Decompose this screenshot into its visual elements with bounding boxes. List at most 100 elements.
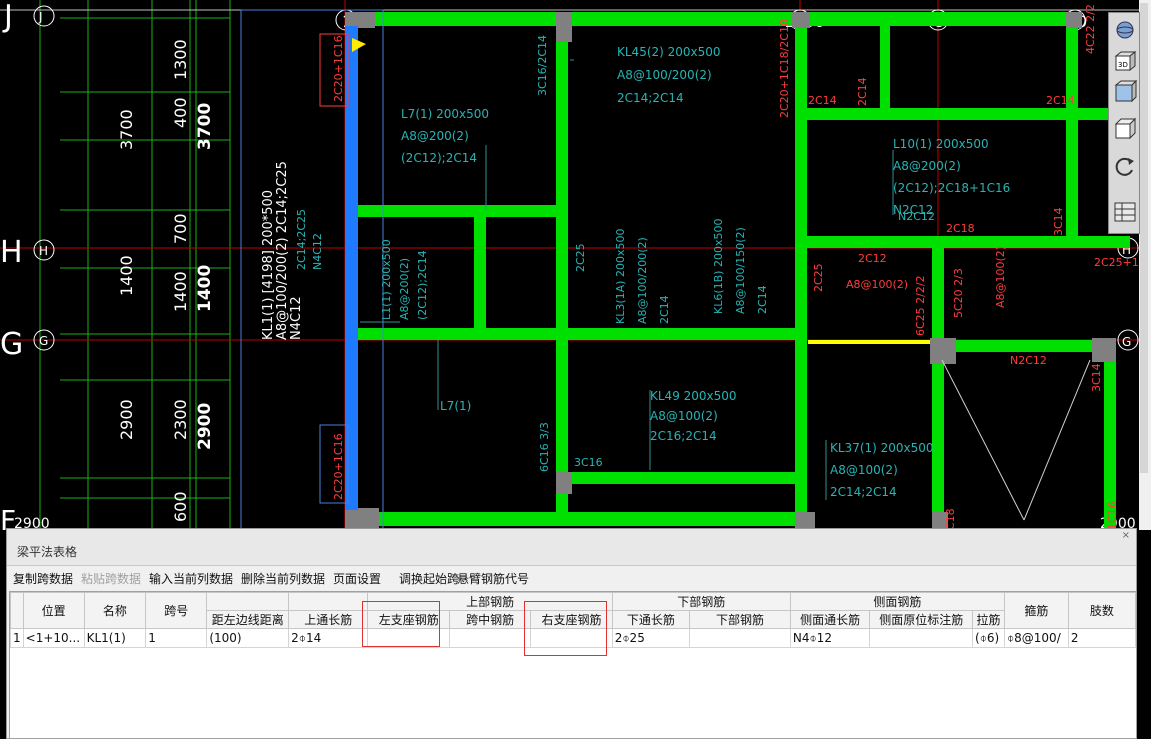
beam-note: L7(1) <box>440 399 471 413</box>
cell-distance[interactable]: (100) <box>206 628 290 648</box>
vertical-note: 2C14 <box>756 285 769 314</box>
header-side-through[interactable]: 侧面通长筋 <box>789 610 871 629</box>
cell-span[interactable]: 1 <box>145 628 208 648</box>
header-position[interactable]: 位置 <box>22 592 85 629</box>
panel-menu-bar: 复制跨数据 粘贴跨数据 输入当前列数据 删除当前列数据 页面设置 调换起始跨 悬臂钢筋代号 <box>7 566 1136 588</box>
header-stirrup[interactable]: 箍筋 <box>1003 592 1069 629</box>
header-empty <box>288 592 369 611</box>
beam-note: 2C14;2C14 <box>617 91 684 105</box>
plan-view-icon[interactable] <box>1112 79 1138 105</box>
menu-item[interactable]: 悬臂钢筋代号 <box>457 570 529 587</box>
red-note: 2C14 <box>1046 94 1075 107</box>
beam <box>800 236 1130 248</box>
table-row[interactable]: 1 <1+10... KL1(1) 1 (100) 2⌽14 2⌽25 N4⌽1… <box>10 628 1136 648</box>
vertical-note: 2C25 <box>574 243 587 272</box>
header-bottom-rebar[interactable]: 下部钢筋 <box>689 610 791 629</box>
red-note: 2C18 <box>946 222 975 235</box>
beam-table[interactable]: 位置 名称 跨号 上部钢筋 下部钢筋 侧面钢筋 箍筋 肢数 距左边线距离 上通长… <box>9 591 1137 739</box>
axis-bubble-label: H <box>39 244 48 258</box>
close-icon[interactable]: × <box>1122 530 1130 541</box>
cube-icon[interactable] <box>1112 116 1138 142</box>
beam-note: A8@200(2) <box>401 129 469 143</box>
header-distance[interactable]: 距左边线距离 <box>206 610 290 629</box>
menu-item[interactable]: 调换起始跨 <box>399 570 459 587</box>
beam-note: 2C16;2C14 <box>650 429 717 443</box>
red-note: 2C14 <box>856 77 869 106</box>
header-top-through[interactable]: 上通长筋 <box>288 610 369 629</box>
axis-bubble-label: G <box>39 334 48 348</box>
cell-stirrup[interactable]: ⌽8@100/ <box>1003 628 1069 648</box>
sphere-icon[interactable] <box>1112 17 1138 43</box>
dimension-text: 1300 <box>171 39 190 80</box>
cell-mid-span[interactable] <box>448 628 532 648</box>
header-right-support[interactable]: 右支座钢筋 <box>530 610 613 629</box>
cad-drawing-canvas[interactable]: JHGJHGFHG1110081037001400290013004007001… <box>0 0 1151 530</box>
beam <box>358 205 568 217</box>
dimension-text: 400 <box>171 97 190 128</box>
menu-item[interactable]: 页面设置 <box>333 570 381 587</box>
cell-right-support[interactable] <box>530 628 613 648</box>
header-left-support[interactable]: 左支座钢筋 <box>367 610 450 629</box>
red-note: A8@100(2) <box>994 246 1007 308</box>
header-tie[interactable]: 拉筋 <box>972 610 1005 629</box>
beam <box>358 512 798 526</box>
beam-note: 2C14;2C25 <box>295 209 308 270</box>
red-note: 3C14 <box>1090 363 1103 392</box>
rotate-icon[interactable] <box>1112 153 1138 179</box>
axis-label-large: H <box>0 235 23 270</box>
header-limbs[interactable]: 肢数 <box>1067 592 1136 629</box>
cell-tie[interactable]: (⌽6) <box>972 628 1005 648</box>
header-bottom-through[interactable]: 下通长筋 <box>611 610 691 629</box>
3d-view-icon[interactable]: 3D <box>1112 49 1138 75</box>
scrollbar-thumb[interactable] <box>1140 3 1148 473</box>
yellow-beam <box>808 340 932 344</box>
beam-note: A8@100(2) <box>650 409 718 423</box>
layers-grid-icon[interactable] <box>1112 199 1138 225</box>
cell-position[interactable]: <1+10... <box>22 628 85 648</box>
beam-note: L10(1) 200x500 <box>893 137 989 151</box>
dimension-text-bold: 3700 <box>195 103 215 150</box>
dimension-text-bold: 2900 <box>195 403 215 450</box>
menu-item[interactable]: 删除当前列数据 <box>241 570 325 587</box>
selected-beam-annotation: N4C12 <box>289 296 304 340</box>
header-group-upper: 上部钢筋 <box>367 592 613 611</box>
beam <box>795 12 807 530</box>
header-side-original[interactable]: 侧面原位标注筋 <box>869 610 974 629</box>
cell-top-through[interactable]: 2⌽14 <box>288 628 369 648</box>
panel-title-bar[interactable]: 梁平法表格 × <box>7 529 1136 566</box>
cell-bottom-rebar[interactable] <box>689 628 791 648</box>
beam-note: KL37(1) 200x500 <box>830 441 934 455</box>
vertical-note: KL6(1B) 200x500 <box>712 219 725 314</box>
menu-item[interactable]: 复制跨数据 <box>13 570 73 587</box>
beam <box>474 205 486 335</box>
header-name[interactable]: 名称 <box>83 592 147 629</box>
beam <box>944 340 1104 352</box>
axis-bubble-label: G <box>1122 335 1131 349</box>
beam-note: N4C12 <box>311 233 324 270</box>
cell-side-through[interactable]: N4⌽12 <box>789 628 871 648</box>
red-note: 2C12 <box>858 252 887 265</box>
header-group-side: 侧面钢筋 <box>789 592 1005 611</box>
cell-side-original[interactable] <box>869 628 974 648</box>
red-note: 2C20+1C16 <box>332 35 345 102</box>
cell-limbs[interactable]: 2 <box>1067 628 1136 648</box>
beam-top <box>345 12 1075 26</box>
cell-left-support[interactable] <box>367 628 450 648</box>
beam-note: L7(1) 200x500 <box>401 107 489 121</box>
beam-note: 2C14;2C14 <box>830 485 897 499</box>
beam-note: A8@100(2) <box>830 463 898 477</box>
drawing-scrollbar[interactable] <box>1139 0 1151 530</box>
cell-name[interactable]: KL1(1) <box>83 628 147 648</box>
cell-bottom-through[interactable]: 2⌽25 <box>611 628 691 648</box>
red-note: 4C22 2/2 <box>1084 4 1097 54</box>
header-mid-span[interactable]: 跨中钢筋 <box>448 610 532 629</box>
dimension-text: 1400 <box>117 255 136 296</box>
column <box>345 12 375 28</box>
row-index: 1 <box>10 628 24 648</box>
header-span[interactable]: 跨号 <box>145 592 208 629</box>
red-note: 2C20+1C18/2C18 <box>778 19 791 118</box>
column <box>1092 338 1116 362</box>
red-note: 3C14 <box>1052 207 1065 236</box>
view-toolbar: 3D <box>1108 12 1140 234</box>
menu-item[interactable]: 输入当前列数据 <box>149 570 233 587</box>
